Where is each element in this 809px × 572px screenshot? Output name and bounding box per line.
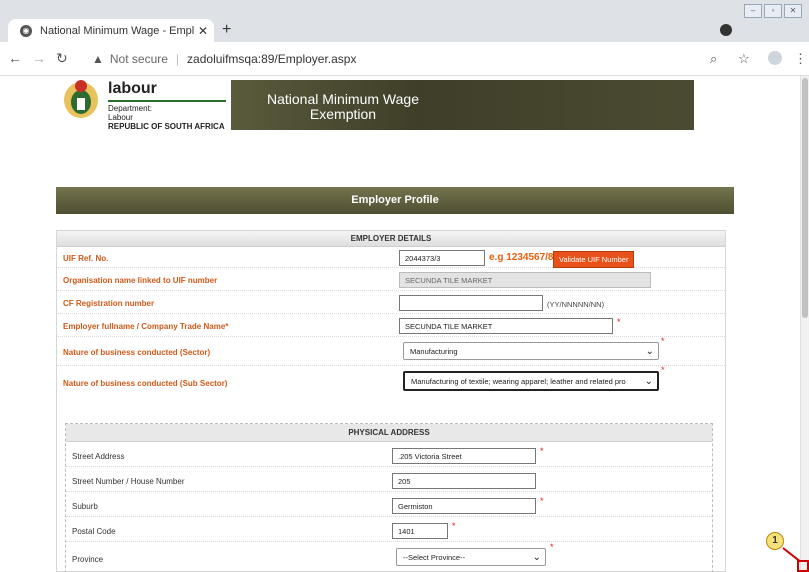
subsector-select[interactable]: Manufacturing of textile; wearing appare… [403, 371, 659, 391]
uif-input[interactable] [399, 250, 485, 266]
subsector-label: Nature of business conducted (Sub Sector… [63, 379, 228, 388]
sector-label: Nature of business conducted (Sector) [63, 348, 211, 357]
browser-tab[interactable]: ◉ National Minimum Wage - Empl ✕ [8, 19, 214, 42]
warning-icon: ▲ [92, 52, 104, 66]
province-label: Province [72, 555, 104, 564]
fullname-label: Employer fullname / Company Trade Name* [63, 322, 229, 331]
required-mark: * [540, 496, 544, 506]
postal-row: Postal Code * [66, 518, 712, 542]
dept-line1: Department: [108, 104, 153, 113]
department-logo: labour Department: Labour REPUBLIC OF SO… [108, 80, 226, 132]
employer-profile-heading: Employer Profile [56, 187, 734, 214]
cf-input[interactable] [399, 295, 543, 311]
fullname-row: Employer fullname / Company Trade Name* … [57, 315, 725, 337]
required-mark: * [452, 521, 456, 531]
browser-toolbar: ← → ↻ ▲ Not secure | zadoluifmsqa:89/Emp… [0, 42, 809, 76]
republic-label: REPUBLIC OF SOUTH AFRICA [108, 122, 225, 131]
fullname-input[interactable] [399, 318, 613, 334]
street-number-input[interactable] [392, 473, 536, 489]
browser-tab-bar: ◉ National Minimum Wage - Empl ✕ + – ▫ ✕ [0, 0, 809, 42]
physical-address-section: PHYSICAL ADDRESS Street Address * Street… [65, 423, 713, 572]
street-number-label: Street Number / House Number [72, 477, 185, 486]
employer-details-form: EMPLOYER DETAILS UIF Ref. No. e.g 123456… [56, 230, 726, 572]
extension-icon[interactable] [720, 24, 732, 36]
required-mark: * [617, 317, 621, 327]
suburb-label: Suburb [72, 502, 98, 511]
validate-uif-button[interactable]: Validate UIF Number [553, 251, 635, 268]
new-tab-button[interactable]: + [222, 21, 231, 39]
street-input[interactable] [392, 448, 536, 464]
cf-label: CF Registration number [63, 299, 155, 308]
postal-label: Postal Code [72, 527, 116, 536]
chevron-down-icon: ⌄ [644, 376, 653, 387]
url-text: zadoluifmsqa:89/Employer.aspx [187, 52, 357, 66]
coat-of-arms-icon [64, 80, 98, 118]
org-label: Organisation name linked to UIF number [63, 276, 218, 285]
chevron-down-icon: ⌄ [645, 346, 654, 357]
suburb-input[interactable] [392, 498, 536, 514]
uif-row: UIF Ref. No. e.g 1234567/8 Validate UIF … [57, 248, 725, 268]
cf-row: CF Registration number (YY/NNNNN/NN) [57, 292, 725, 314]
annotation-marker: 1 [766, 532, 784, 550]
org-row: Organisation name linked to UIF number [57, 269, 725, 291]
close-window-icon[interactable]: ✕ [784, 4, 802, 18]
vertical-scrollbar[interactable] [800, 76, 809, 572]
province-select[interactable]: --Select Province-- ⌄ [396, 548, 546, 566]
back-icon[interactable]: ← [8, 50, 22, 66]
uif-label: UIF Ref. No. [63, 254, 109, 263]
page-content: labour Department: Labour REPUBLIC OF SO… [0, 76, 800, 572]
required-mark: * [540, 446, 544, 456]
scrollbar-thumb[interactable] [802, 78, 808, 318]
banner-title: National Minimum Wage Exemption [267, 92, 419, 122]
sector-select[interactable]: Manufacturing ⌄ [403, 342, 659, 360]
header-banner: National Minimum Wage Exemption [231, 80, 694, 130]
street-row: Street Address * [66, 443, 712, 467]
required-mark: * [661, 365, 665, 375]
employer-details-heading: EMPLOYER DETAILS [57, 231, 725, 247]
cf-format-hint: (YY/NNNNN/NN) [547, 300, 605, 309]
dept-line2: Labour [108, 113, 133, 122]
minimize-icon[interactable]: – [744, 4, 762, 18]
url-separator: | [175, 52, 180, 66]
globe-icon: ◉ [20, 24, 32, 37]
banner-title-line1: National Minimum Wage [267, 91, 419, 107]
annotation-highlight [797, 560, 809, 572]
chevron-down-icon: ⌄ [532, 552, 541, 563]
uif-example: e.g 1234567/8 [489, 252, 554, 263]
tab-title: National Minimum Wage - Empl [40, 24, 194, 37]
subsector-value: Manufacturing of textile; wearing appare… [411, 377, 626, 386]
logo-divider [108, 100, 226, 102]
required-mark: * [661, 336, 665, 346]
window-controls: – ▫ ✕ [744, 4, 802, 18]
sector-row: Nature of business conducted (Sector) Ma… [57, 336, 725, 366]
sector-value: Manufacturing [410, 347, 458, 356]
address-bar[interactable]: ▲ Not secure | zadoluifmsqa:89/Employer.… [92, 48, 696, 70]
suburb-row: Suburb * [66, 493, 712, 517]
banner-title-line2: Exemption [309, 106, 377, 122]
reload-icon[interactable]: ↻ [56, 50, 68, 67]
physical-address-heading: PHYSICAL ADDRESS [66, 424, 712, 442]
province-row: Province --Select Province-- ⌄ * [66, 542, 712, 572]
menu-icon[interactable]: ⋮ [794, 51, 807, 67]
profile-avatar[interactable] [768, 51, 782, 65]
maximize-icon[interactable]: ▫ [764, 4, 782, 18]
zoom-icon[interactable]: ⌕ [710, 51, 717, 67]
required-mark: * [550, 542, 554, 552]
close-tab-icon[interactable]: ✕ [198, 24, 208, 38]
street-label: Street Address [72, 452, 125, 461]
province-value: --Select Province-- [403, 553, 466, 562]
forward-icon[interactable]: → [32, 50, 46, 66]
subsector-row: Nature of business conducted (Sub Sector… [57, 365, 725, 395]
postal-input[interactable] [392, 523, 448, 539]
org-input [399, 272, 651, 288]
street-number-row: Street Number / House Number [66, 468, 712, 492]
org-name: labour [108, 80, 157, 97]
star-icon[interactable]: ☆ [738, 51, 750, 67]
not-secure-label: Not secure [109, 52, 168, 66]
